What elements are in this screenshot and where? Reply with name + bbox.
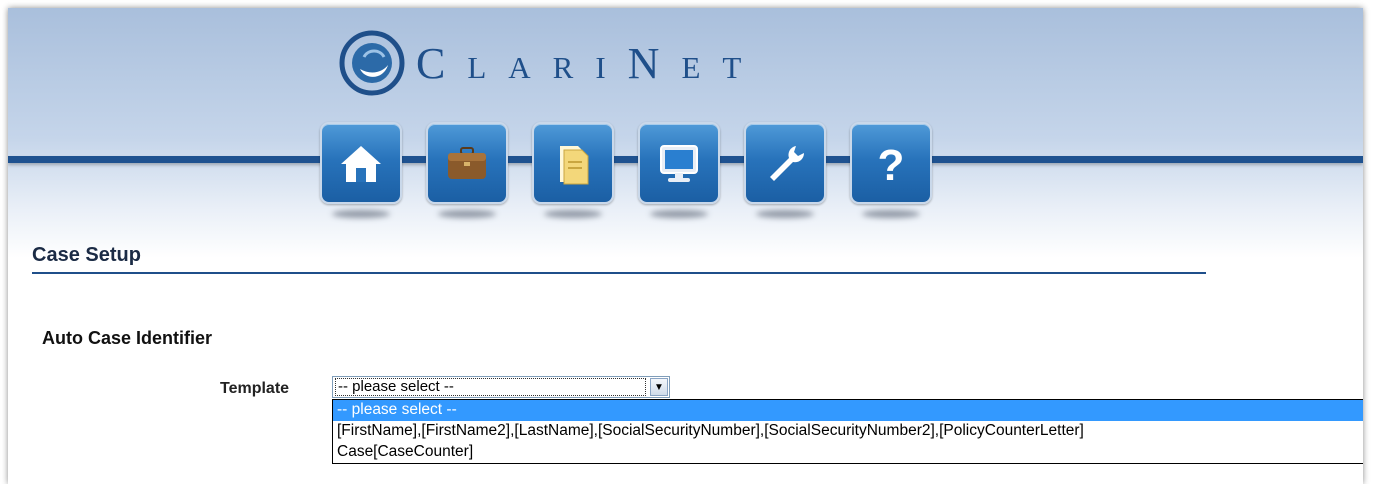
dropdown-option[interactable]: -- please select -- xyxy=(333,400,1363,421)
home-icon xyxy=(341,146,381,182)
main-nav: ? xyxy=(320,122,932,204)
logo-text: ClariNet xyxy=(416,38,764,88)
clarinet-logo-icon xyxy=(339,30,405,96)
svg-text:?: ? xyxy=(878,141,905,188)
app-window: ClariNet ? Case Setup Auto Case Identifi… xyxy=(8,8,1363,484)
chevron-down-icon[interactable]: ▼ xyxy=(650,378,668,396)
nav-documents-button[interactable] xyxy=(532,122,614,204)
nav-help-button[interactable]: ? xyxy=(850,122,932,204)
nav-briefcase-button[interactable] xyxy=(426,122,508,204)
nav-home-button[interactable] xyxy=(320,122,402,204)
help-icon: ? xyxy=(878,141,905,188)
title-divider xyxy=(32,272,1206,274)
template-dropdown-list: -- please select -- [FirstName],[FirstNa… xyxy=(332,399,1363,464)
dropdown-option[interactable]: [FirstName],[FirstName2],[LastName],[Soc… xyxy=(333,421,1363,442)
section-title: Auto Case Identifier xyxy=(42,328,213,348)
folder-documents-icon xyxy=(560,146,589,185)
nav-tools-button[interactable] xyxy=(744,122,826,204)
page-title: Case Setup xyxy=(32,244,141,266)
monitor-icon xyxy=(660,145,698,182)
wrench-icon xyxy=(770,146,805,181)
template-select-value: -- please select -- xyxy=(335,378,646,396)
template-select[interactable]: -- please select -- ▼ xyxy=(332,376,670,398)
dropdown-option[interactable]: Case[CaseCounter] xyxy=(333,442,1363,463)
nav-monitor-button[interactable] xyxy=(638,122,720,204)
template-label: Template xyxy=(220,380,290,397)
briefcase-icon xyxy=(448,147,486,179)
logo: ClariNet xyxy=(338,28,763,98)
